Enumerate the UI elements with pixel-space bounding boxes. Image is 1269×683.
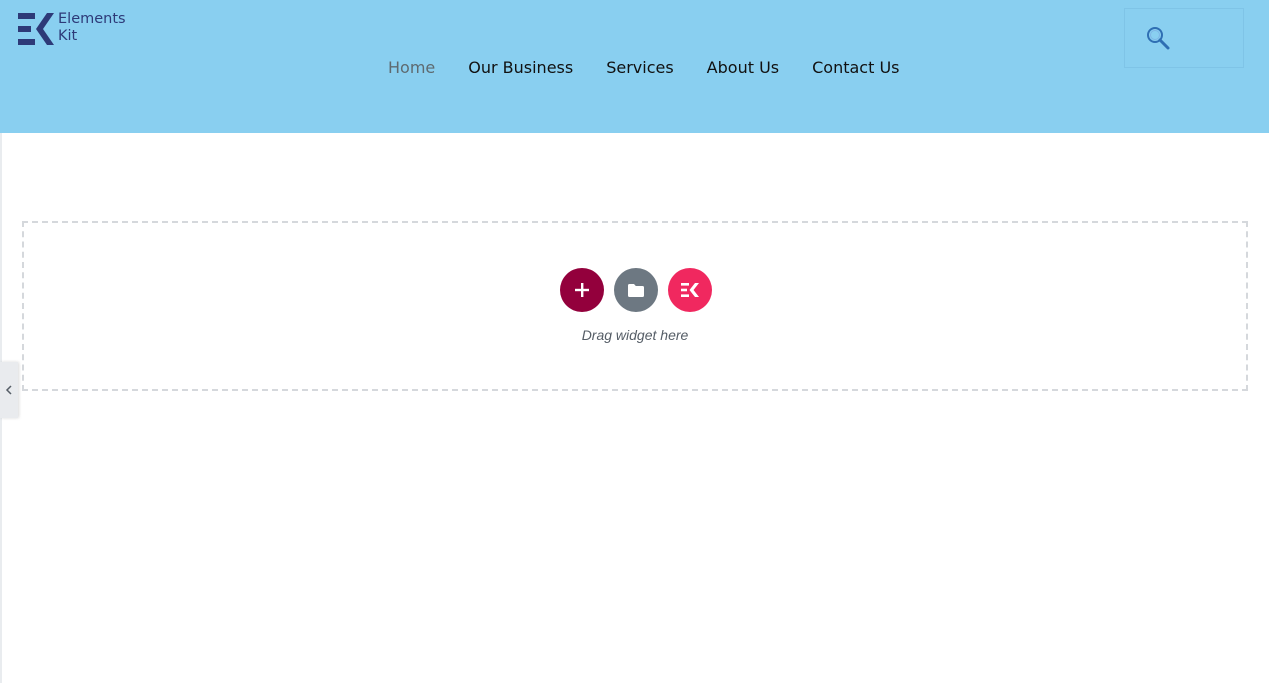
logo-line-1: Elements: [58, 11, 126, 27]
dropzone-actions: [560, 268, 712, 312]
plus-icon: [575, 283, 589, 297]
logo-line-2: Kit: [58, 28, 78, 44]
site-header: Elements Kit Home Our Business Services …: [0, 0, 1269, 133]
drag-widget-hint: Drag widget here: [581, 327, 689, 343]
add-section-button[interactable]: [560, 268, 604, 312]
folder-icon: [628, 283, 644, 297]
elementskit-logo[interactable]: Elements Kit: [18, 11, 126, 46]
panel-collapse-toggle[interactable]: [0, 362, 18, 418]
nav-services[interactable]: Services: [606, 58, 673, 78]
search-area: [1124, 8, 1244, 68]
elementskit-library-button[interactable]: [668, 268, 712, 312]
nav-home[interactable]: Home: [388, 58, 435, 78]
elementskit-logo-icon: [18, 13, 54, 45]
search-icon[interactable]: [1145, 25, 1171, 51]
nav-about-us[interactable]: About Us: [707, 58, 779, 78]
empty-section-dropzone[interactable]: Drag widget here: [22, 221, 1248, 391]
page: Elements Kit Home Our Business Services …: [0, 0, 1269, 683]
elementskit-icon: [681, 283, 699, 297]
nav-contact-us[interactable]: Contact Us: [812, 58, 899, 78]
nav-our-business[interactable]: Our Business: [468, 58, 573, 78]
add-template-button[interactable]: [614, 268, 658, 312]
chevron-left-icon: [5, 385, 12, 395]
logo-wordmark: Elements Kit: [58, 11, 126, 45]
main-nav: Home Our Business Services About Us Cont…: [388, 58, 900, 78]
